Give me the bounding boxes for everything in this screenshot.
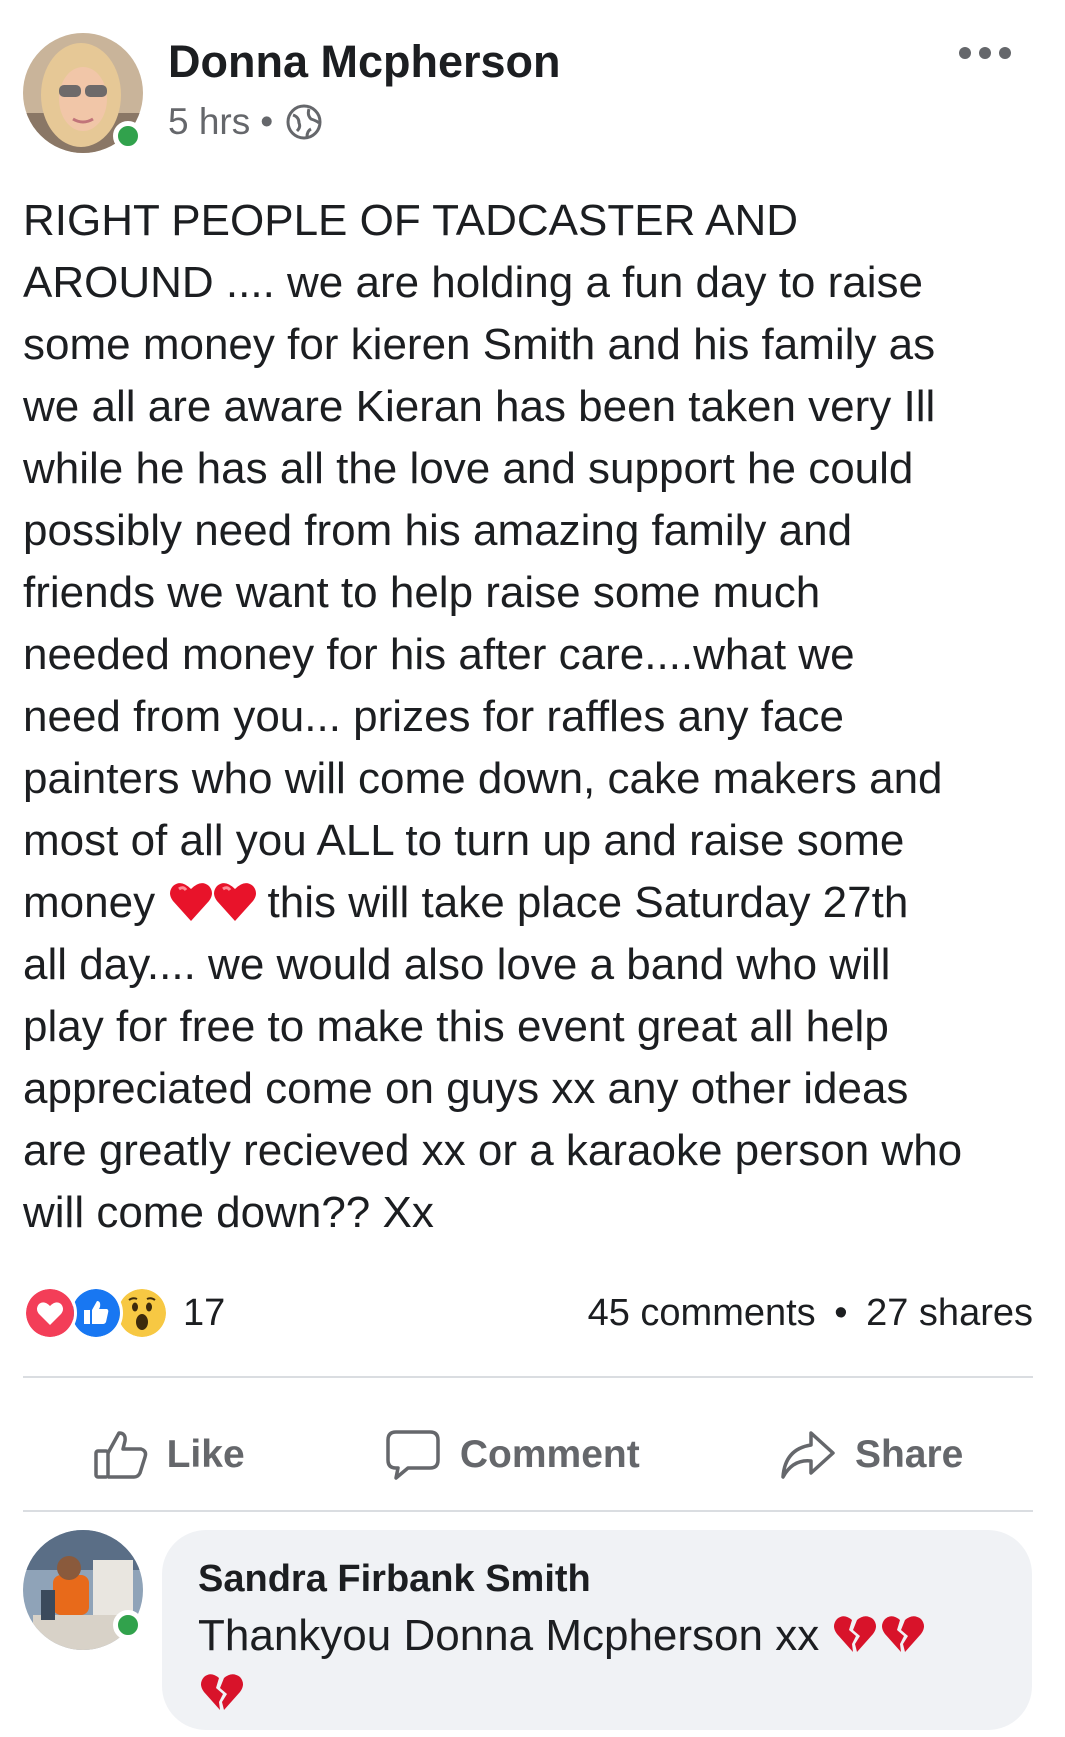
reactions-summary: 17 45 comments • 27 shares: [23, 1283, 1033, 1343]
reaction-count: 17: [183, 1291, 226, 1334]
wow-reaction-icon: [115, 1286, 169, 1340]
commenter-online-dot: [113, 1610, 143, 1640]
more-options-icon[interactable]: [955, 38, 1015, 68]
thumbs-up-icon: [93, 1431, 147, 1479]
post-stats: 45 comments • 27 shares: [588, 1292, 1033, 1335]
post-author-name[interactable]: Donna Mcpherson: [168, 36, 561, 88]
love-reaction-icon: [23, 1286, 77, 1340]
share-button[interactable]: Share: [779, 1429, 963, 1481]
divider-bottom: [23, 1510, 1033, 1512]
stats-separator: •: [834, 1291, 848, 1334]
like-reaction-icon: [69, 1286, 123, 1340]
red-heart-icon: [214, 883, 257, 921]
post-meta: 5 hrs •: [168, 101, 323, 143]
shares-count[interactable]: 27 shares: [866, 1292, 1033, 1334]
share-label: Share: [854, 1433, 964, 1476]
post-text: RIGHT PEOPLE OF TADCASTER AND AROUND ...…: [23, 190, 1043, 1244]
comment-text-body: Thankyou Donna Mcpherson xx: [198, 1611, 832, 1660]
like-button[interactable]: Like: [93, 1429, 245, 1481]
post-actions: Like Comment Share: [23, 1400, 1033, 1510]
red-heart-icon: [170, 883, 213, 921]
like-label: Like: [166, 1433, 245, 1476]
share-arrow-icon: [781, 1431, 835, 1479]
comments-count[interactable]: 45 comments: [588, 1292, 816, 1334]
comment-bubble-icon: [386, 1430, 440, 1480]
comment-label: Comment: [459, 1433, 640, 1476]
comment-button[interactable]: Comment: [384, 1428, 640, 1482]
online-status-dot: [113, 121, 143, 151]
reaction-icons[interactable]: 17: [23, 1286, 225, 1340]
post-text-part-1: RIGHT PEOPLE OF TADCASTER AND AROUND ...…: [23, 196, 943, 927]
comment-bubble[interactable]: Sandra Firbank Smith Thankyou Donna Mcph…: [162, 1530, 1032, 1730]
comment-author[interactable]: Sandra Firbank Smith: [198, 1558, 996, 1601]
broken-heart-icon: [882, 1616, 925, 1652]
meta-separator: •: [260, 101, 274, 142]
divider-top: [23, 1376, 1033, 1378]
commenter-avatar[interactable]: [23, 1530, 143, 1650]
author-avatar[interactable]: [23, 33, 143, 153]
broken-heart-icon: [834, 1616, 877, 1652]
comment-text: Thankyou Donna Mcpherson xx: [198, 1607, 996, 1723]
post-text-part-2: this will take place Saturday 27th all d…: [23, 878, 963, 1237]
broken-heart-icon: [201, 1674, 243, 1710]
post-time[interactable]: 5 hrs: [168, 101, 250, 143]
globe-icon: [286, 104, 322, 140]
